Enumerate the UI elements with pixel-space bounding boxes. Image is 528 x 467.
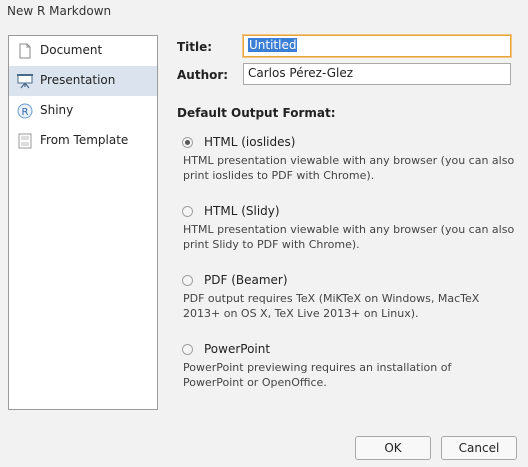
option-description: HTML presentation viewable with any brow… xyxy=(183,153,523,183)
cancel-button[interactable]: Cancel xyxy=(441,436,517,460)
shiny-icon: R xyxy=(17,102,33,119)
option-description-line: print Slidy to PDF with Chrome). xyxy=(183,238,360,251)
template-type-list: Document Presentation R Shiny From Templ… xyxy=(8,35,158,410)
title-label: Title: xyxy=(177,40,213,54)
option-label[interactable]: HTML (ioslides) xyxy=(204,135,295,149)
option-description-line: print ioslides to PDF with Chrome). xyxy=(183,169,375,182)
option-label[interactable]: HTML (Slidy) xyxy=(204,204,280,218)
option-description-line: HTML presentation viewable with any brow… xyxy=(183,223,515,236)
radio-pdf-beamer[interactable] xyxy=(182,275,193,286)
author-input[interactable]: Carlos Pérez-Glez xyxy=(243,63,511,85)
option-description-line: PDF output requires TeX (MiKTeX on Windo… xyxy=(183,292,480,305)
sidebar-item-label: Shiny xyxy=(40,103,74,117)
title-input-value: Untitled xyxy=(248,38,298,52)
radio-powerpoint[interactable] xyxy=(182,344,193,355)
svg-text:R: R xyxy=(22,107,29,118)
presentation-icon xyxy=(17,72,33,89)
option-description: PowerPoint previewing requires an instal… xyxy=(183,360,523,390)
sidebar-item-presentation[interactable]: Presentation xyxy=(9,66,157,96)
option-description: HTML presentation viewable with any brow… xyxy=(183,222,523,252)
title-bar: New R Markdown xyxy=(0,0,528,22)
option-description-line: HTML presentation viewable with any brow… xyxy=(183,154,515,167)
sidebar-item-shiny[interactable]: R Shiny xyxy=(9,96,157,126)
template-icon xyxy=(17,132,33,149)
option-description-line: 2013+ on OS X, TeX Live 2013+ on Linux). xyxy=(183,307,419,320)
sidebar-item-label: From Template xyxy=(40,133,129,147)
ok-button[interactable]: OK xyxy=(355,436,431,460)
output-format-heading: Default Output Format: xyxy=(177,106,336,120)
option-description-line: PowerPoint previewing requires an instal… xyxy=(183,361,452,374)
document-icon xyxy=(17,42,33,59)
option-description: PDF output requires TeX (MiKTeX on Windo… xyxy=(183,291,523,321)
radio-html-ioslides[interactable] xyxy=(182,137,193,148)
option-label[interactable]: PDF (Beamer) xyxy=(204,273,288,287)
author-label: Author: xyxy=(177,68,229,82)
option-description-line: PowerPoint or OpenOffice. xyxy=(183,376,327,389)
title-input[interactable]: Untitled xyxy=(243,35,511,57)
sidebar-item-document[interactable]: Document xyxy=(9,36,157,66)
sidebar-item-label: Document xyxy=(40,43,103,57)
option-label[interactable]: PowerPoint xyxy=(204,342,270,356)
window-title: New R Markdown xyxy=(7,4,112,18)
sidebar-item-from-template[interactable]: From Template xyxy=(9,126,157,156)
author-input-value: Carlos Pérez-Glez xyxy=(248,66,354,80)
sidebar-item-label: Presentation xyxy=(40,73,116,87)
radio-html-slidy[interactable] xyxy=(182,206,193,217)
